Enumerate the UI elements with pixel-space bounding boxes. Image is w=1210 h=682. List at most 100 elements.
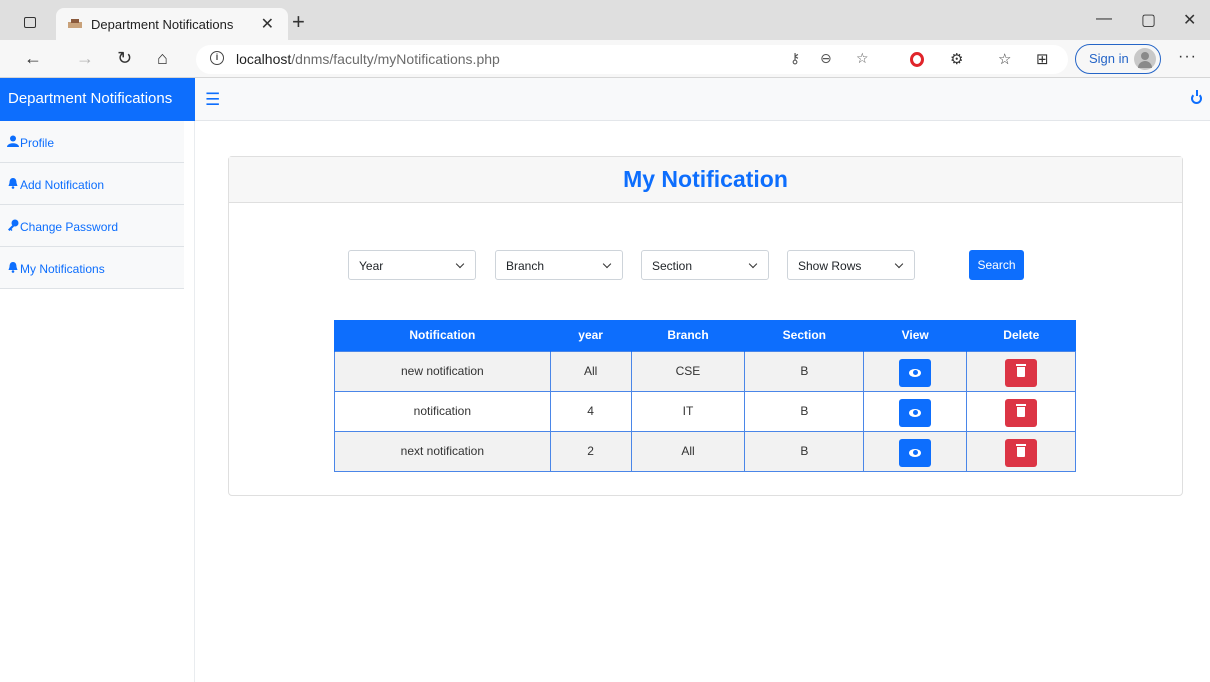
section-cell: B [744,430,865,472]
view-cell [863,390,968,432]
trash-icon [1016,403,1027,417]
branch-select-value: Branch [506,259,545,273]
view-cell [863,430,968,472]
logout-power-icon[interactable] [1191,90,1202,104]
search-button[interactable]: Search [969,250,1024,280]
trash-icon [1016,443,1027,457]
close-tab-icon[interactable]: ✕ [261,14,274,34]
bell-icon [8,178,18,189]
year-cell: 4 [549,390,632,432]
column-header: Branch [630,320,745,351]
column-header: Notification [334,320,551,351]
year-cell: 2 [549,430,632,472]
branch-cell: CSE [630,350,746,392]
show-rows-select[interactable]: Show Rows [787,250,915,280]
minimize-icon[interactable]: — [1096,10,1112,28]
notification-cell: new notification [334,350,551,392]
user-icon [7,135,19,147]
close-window-icon[interactable]: ✕ [1183,10,1196,30]
column-header: Section [744,320,864,351]
new-tab-icon[interactable]: + [292,9,305,35]
column-header: year [549,320,632,351]
address-bar[interactable]: i localhost/dnms/faculty/myNotifications… [196,45,1068,74]
show-rows-select-value: Show Rows [798,259,862,273]
password-key-icon[interactable]: ⚷ [790,50,800,67]
sidebar-item-label: My Notifications [20,262,105,276]
sidebar-item-my-notifications[interactable]: My Notifications [0,247,184,289]
branch-cell: All [630,430,746,472]
eye-icon [909,448,922,457]
chevron-down-icon [748,259,758,269]
app-brand[interactable]: Department Notifications [0,78,195,121]
delete-button[interactable] [1005,438,1038,467]
sidebar-item-profile[interactable]: Profile [0,121,184,163]
branch-cell: IT [630,390,746,432]
notification-cell: next notification [334,430,551,472]
notifications-table: Notification year Branch Section View De… [334,320,1076,472]
section-select-value: Section [652,259,693,273]
column-header: View [863,320,967,351]
year-select-value: Year [359,259,384,273]
year-cell: All [549,350,632,392]
restore-icon[interactable]: ▢ [1141,10,1156,30]
sidebar: Profile Add Notification Change Password… [0,121,195,682]
delete-cell [966,350,1076,392]
browser-tab-bar: Department Notifications ✕ + — ▢ ✕ [0,0,1210,40]
back-icon[interactable]: ← [24,48,42,69]
tab-title: Department Notifications [91,17,234,32]
collections-icon[interactable]: ⊞ [1036,50,1049,68]
delete-button[interactable] [1005,398,1038,427]
delete-button[interactable] [1005,358,1038,387]
favorites-icon[interactable]: ☆ [998,50,1011,68]
forward-icon[interactable]: → [76,48,94,69]
favicon-icon [68,19,82,28]
year-select[interactable]: Year [348,250,476,280]
profile-avatar-icon [1134,48,1156,70]
top-navbar: ☰ [195,78,1210,121]
bell-icon [8,262,18,273]
home-icon[interactable]: ⌂ [157,48,168,69]
table-row: notification 4 IT B [334,390,1076,432]
table-row: new notification All CSE B [334,350,1076,392]
section-cell: B [744,390,865,432]
zoom-icon[interactable]: ⊖ [820,50,832,67]
browser-toolbar: ← → ↻ ⌂ i localhost/dnms/faculty/myNotif… [0,40,1210,78]
tab-actions-icon[interactable] [24,17,36,28]
chevron-down-icon [602,259,612,269]
sidebar-item-change-password[interactable]: Change Password [0,205,184,247]
menu-toggle-icon[interactable]: ☰ [205,90,220,110]
site-info-icon[interactable]: i [210,51,224,65]
reload-icon[interactable]: ↻ [117,48,132,69]
chevron-down-icon [894,259,904,269]
extensions-icon[interactable]: ⚙ [950,50,963,68]
notification-cell: notification [334,390,551,432]
column-header: Delete [966,320,1076,351]
url-text: localhost/dnms/faculty/myNotifications.p… [236,51,500,67]
chevron-down-icon [455,259,465,269]
sidebar-item-label: Add Notification [20,178,105,192]
section-select[interactable]: Section [641,250,769,280]
page-title: My Notification [623,166,788,192]
section-cell: B [744,350,865,392]
sidebar-item-label: Profile [20,136,55,150]
table-row: next notification 2 All B [334,430,1076,472]
key-icon [8,219,19,231]
more-menu-icon[interactable]: ··· [1178,48,1197,66]
branch-select[interactable]: Branch [495,250,623,280]
card-header: My Notification [229,157,1182,203]
favorite-add-icon[interactable]: ☆ [856,50,869,67]
view-cell [863,350,968,392]
view-button[interactable] [899,358,932,387]
eye-icon [909,408,922,417]
sign-in-button[interactable]: Sign in [1075,44,1161,74]
view-button[interactable] [899,398,932,427]
table-header-row: Notification year Branch Section View De… [334,320,1076,351]
eye-icon [909,368,922,377]
view-button[interactable] [899,438,932,467]
trash-icon [1016,363,1027,377]
delete-cell [966,390,1076,432]
delete-cell [966,430,1076,472]
sidebar-item-add-notification[interactable]: Add Notification [0,163,184,205]
browser-tab[interactable]: Department Notifications ✕ [56,8,288,40]
opera-extension-icon[interactable] [910,52,924,67]
